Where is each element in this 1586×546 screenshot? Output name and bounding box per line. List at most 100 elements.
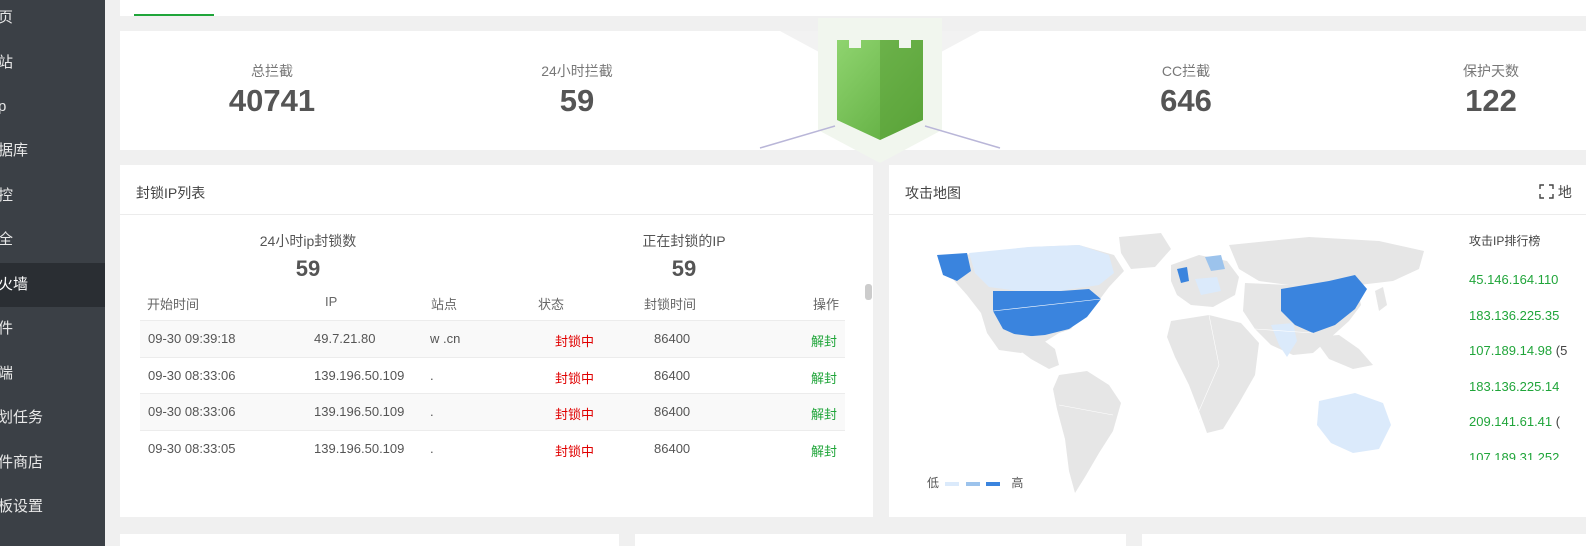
sidebar-item-label: 端: [0, 365, 14, 382]
sidebar-item-label: 全: [0, 231, 14, 248]
stat-cc-blocked: CC拦截 646: [1096, 61, 1276, 119]
cell-site[interactable]: .: [430, 441, 434, 456]
sidebar-item-cron[interactable]: 划任务: [0, 396, 105, 440]
sidebar-item-firewall[interactable]: 火墙: [0, 263, 105, 307]
cell-start-time: 09-30 08:33:06: [148, 404, 236, 419]
sidebar-item-monitor[interactable]: 控: [0, 174, 105, 218]
ranking-count: (5: [1555, 343, 1568, 358]
cell-block-time: 86400: [654, 440, 691, 456]
ranking-item[interactable]: 107.189.14.98 (5: [1469, 343, 1567, 358]
table-scrollbar[interactable]: [865, 284, 872, 300]
ranking-ip: 107.189.14.98: [1469, 343, 1553, 358]
cell-start-time: 09-30 08:33:05: [148, 440, 236, 456]
blocked-ip-panel: 封锁IP列表 24小时ip封锁数 59 正在封锁的IP 59 开始时间 IP 站…: [120, 165, 873, 517]
map-legend: 低 高: [927, 474, 1023, 491]
stat-label: 24小时拦截: [541, 63, 613, 79]
ranking-title: 攻击IP排行榜: [1469, 234, 1541, 248]
ranking-item[interactable]: 107.189.31.252: [1469, 450, 1559, 460]
cell-ip: 139.196.50.109: [314, 404, 405, 419]
sidebar-item-database[interactable]: 据库: [0, 129, 105, 173]
tab-bar: [120, 0, 1586, 16]
summary-label: 24小时ip封锁数: [259, 233, 357, 249]
sidebar-item-label: 划任务: [0, 409, 44, 426]
cell-site[interactable]: .: [430, 404, 434, 419]
sidebar-item-ftp[interactable]: p: [0, 85, 105, 129]
fullscreen-icon: [1539, 184, 1554, 199]
sidebar-item-label: 件: [0, 320, 14, 337]
cell-status: 封锁中: [555, 443, 595, 459]
sidebar-item-label: 件商店: [0, 454, 44, 471]
sidebar-item-label: p: [0, 98, 7, 115]
fullscreen-label: 地: [1557, 184, 1572, 200]
cell-status: 封锁中: [555, 407, 595, 422]
ranking-ip: 107.189.31.252: [1469, 450, 1560, 460]
fullscreen-button[interactable]: 地: [1539, 182, 1572, 202]
sidebar-item-site[interactable]: 站: [0, 41, 105, 85]
stat-value: 646: [1160, 83, 1212, 118]
ranking-ip: 183.136.225.14: [1469, 379, 1560, 394]
divider: [120, 214, 873, 215]
stat-protect-days: 保护天数 122: [1401, 61, 1581, 119]
bottom-card: [120, 534, 619, 546]
cell-site[interactable]: .: [430, 368, 434, 383]
ranking-item[interactable]: 183.136.225.35: [1469, 308, 1559, 323]
column-site: 站点: [431, 297, 458, 312]
cell-block-time: 86400: [654, 404, 691, 419]
world-map[interactable]: [909, 225, 1439, 500]
cell-ip: 139.196.50.109: [314, 367, 405, 383]
attack-map-panel: 攻击地图 地 低 高 攻击IP排行榜 45.146.164.110 183.13…: [889, 165, 1586, 517]
unblock-button[interactable]: 解封: [811, 441, 837, 460]
cell-ip: 49.7.21.80: [314, 331, 376, 346]
stat-label: 保护天数: [1463, 63, 1519, 79]
active-tab-indicator: [134, 14, 214, 16]
ranking-ip: 183.136.225.35: [1469, 308, 1560, 323]
cell-block-time: 86400: [654, 331, 691, 346]
sidebar-item-terminal[interactable]: 端: [0, 352, 105, 396]
sidebar-item-label: 页: [0, 9, 14, 26]
cell-start-time: 09-30 08:33:06: [148, 367, 236, 383]
ranking-item[interactable]: 183.136.225.14: [1469, 379, 1559, 394]
unblock-button[interactable]: 解封: [811, 368, 837, 387]
ranking-item[interactable]: 45.146.164.110: [1469, 272, 1558, 287]
column-start-time: 开始时间: [147, 297, 200, 312]
panel-title: 攻击地图: [905, 185, 961, 201]
cell-start-time: 09-30 09:39:18: [148, 331, 236, 346]
table-row: 09-30 08:33:06 139.196.50.109 . 封锁中 8640…: [140, 356, 845, 394]
legend-swatch-high: [986, 481, 1001, 486]
unblock-button[interactable]: 解封: [811, 331, 837, 350]
table-row: 09-30 08:33:05 139.196.50.109 . 封锁中 8640…: [140, 429, 845, 467]
column-status: 状态: [538, 297, 565, 312]
sidebar-item-app-store[interactable]: 件商店: [0, 441, 105, 485]
unblock-button[interactable]: 解封: [811, 404, 837, 423]
stat-value: 40741: [228, 83, 316, 118]
legend-low-label: 低: [927, 476, 940, 490]
ranking-ip: 45.146.164.110: [1469, 272, 1559, 287]
sidebar-item-files[interactable]: 件: [0, 307, 105, 351]
sidebar-item-label: 站: [0, 54, 14, 71]
shield-icon: [750, 18, 1010, 163]
summary-value: 59: [295, 256, 321, 281]
summary-blocking-now: 正在封锁的IP 59: [584, 231, 784, 282]
sidebar-item-security[interactable]: 全: [0, 218, 105, 262]
stat-value: 59: [559, 83, 595, 118]
panel-title: 封锁IP列表: [136, 185, 206, 201]
sidebar-item-panel-settings[interactable]: 板设置: [0, 485, 105, 529]
table-row: 09-30 09:39:18 49.7.21.80 w .cn 封锁中 8640…: [140, 320, 845, 357]
bottom-card: [1142, 534, 1586, 546]
stat-label: CC拦截: [1161, 63, 1211, 79]
bottom-card: [635, 534, 1126, 546]
legend-high-label: 高: [1011, 476, 1024, 490]
cell-status: 封锁中: [555, 334, 595, 349]
sidebar-item-label: 火墙: [0, 276, 29, 293]
cell-status: 封锁中: [555, 370, 595, 386]
cell-site[interactable]: w .cn: [430, 331, 460, 346]
ranking-item[interactable]: 209.141.61.41 (: [1469, 414, 1560, 429]
column-ip: IP: [325, 294, 338, 309]
sidebar-item-label: 据库: [0, 142, 29, 159]
summary-value: 59: [671, 256, 697, 281]
sidebar-item-label: 板设置: [0, 498, 44, 515]
ranking-ip: 209.141.61.41: [1469, 414, 1553, 429]
legend-swatch-low: [945, 481, 960, 486]
ranking-count: (: [1555, 414, 1561, 429]
sidebar-item-home[interactable]: 页: [0, 0, 105, 40]
